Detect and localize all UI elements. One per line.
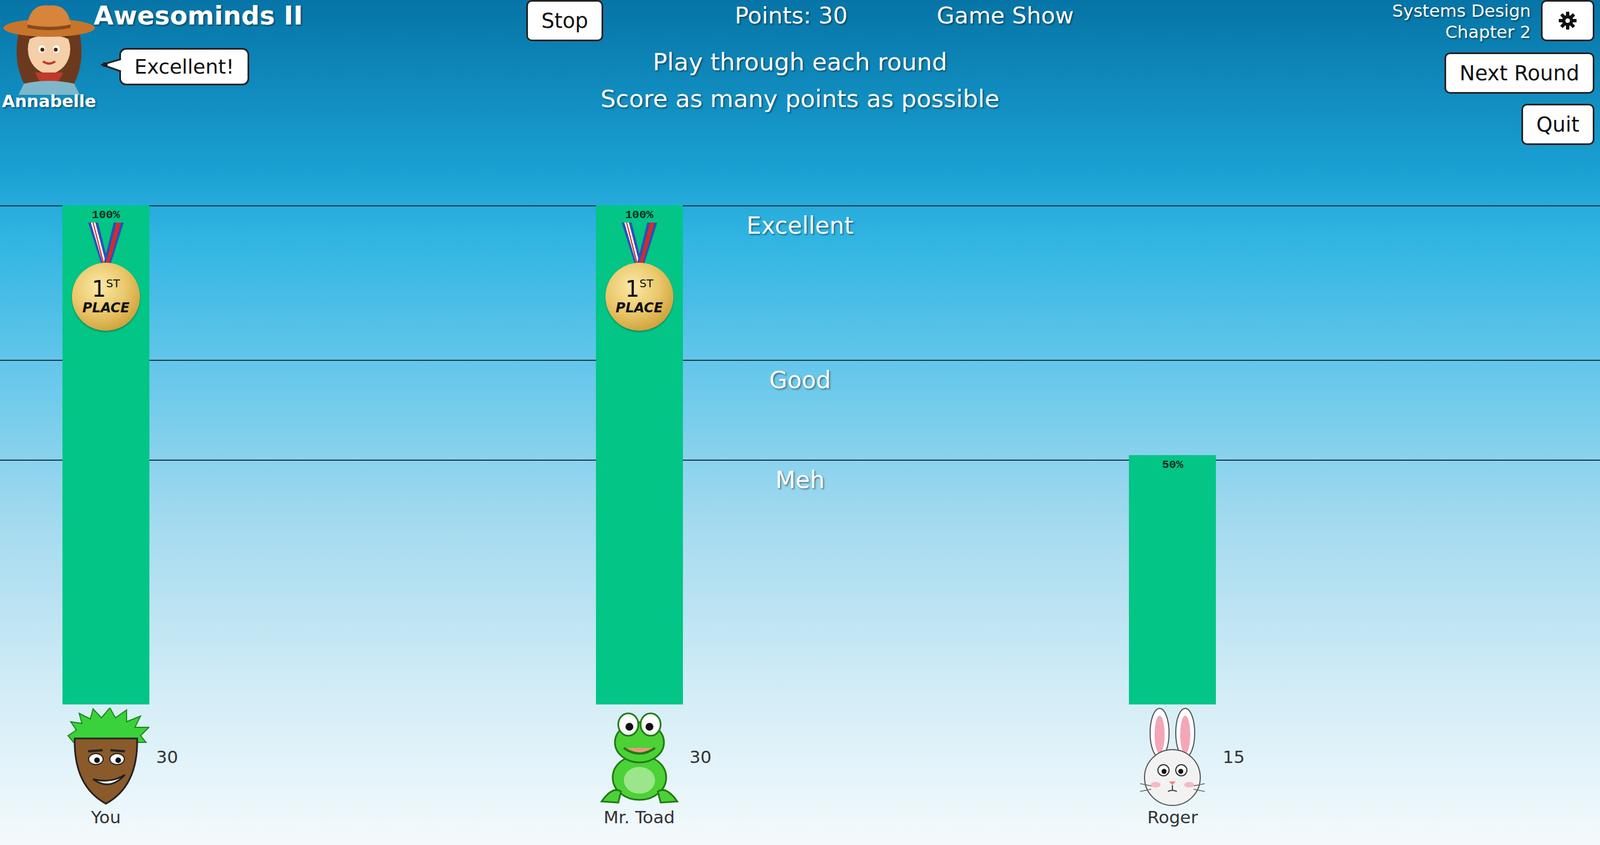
status-panel: Stop Points: 30 Game Show Play through each…	[390, 0, 1210, 206]
percent-label: 100%	[624, 208, 653, 222]
medal-coin: 1STPLACE	[71, 262, 140, 331]
speech-bubble: Excellent!	[119, 47, 250, 86]
title-block: Awesominds II Excellent!	[93, 0, 303, 86]
player-row: 30 You 30 Mr. Toad 15 Roger	[0, 704, 1600, 827]
medal-rank: 1ST	[91, 277, 120, 300]
instruction: Play through each round	[652, 43, 948, 81]
player-name-box: Roger	[1128, 806, 1216, 827]
player-info: 30	[595, 707, 1068, 806]
player-score: 30	[689, 746, 1068, 767]
quit-button[interactable]: Quit	[1521, 103, 1595, 145]
percent-label: 100%	[91, 208, 120, 222]
player-name-box: You	[62, 806, 150, 827]
next-round-button[interactable]: Next Round	[1444, 52, 1595, 94]
points: Points: 30	[734, 0, 848, 29]
threshold-line: Good	[0, 359, 1600, 394]
threshold-label: Meh	[0, 466, 1600, 494]
score-bar: 100%1STPLACE	[595, 205, 683, 705]
player-name-box: Mr. Toad	[595, 806, 683, 827]
medal-label: PLACE	[82, 299, 130, 316]
player-info: 30	[62, 707, 534, 806]
threshold-label: Excellent	[0, 211, 1600, 240]
threshold-label: Good	[0, 366, 1600, 394]
rank-number: 1	[624, 275, 639, 302]
avatar	[595, 707, 683, 806]
player-score: 30	[156, 746, 534, 767]
host: Annabelle	[0, 0, 99, 111]
game-title: Awesominds II	[93, 0, 303, 32]
host-name: Annabelle	[2, 91, 97, 111]
percent-label: 50%	[1161, 458, 1183, 472]
avatar	[62, 707, 150, 806]
player: 30 You	[0, 704, 534, 827]
status-row: Stop Points: 30 Game Show	[526, 0, 1074, 42]
settings-button[interactable]	[1540, 0, 1595, 42]
ribbon-icon	[619, 222, 660, 265]
player: 30 Mr. Toad	[533, 704, 1068, 827]
bar-row: 100%1STPLACE100%1STPLACE50%	[0, 205, 1600, 705]
threshold-line: Excellent	[0, 205, 1600, 240]
threshold-line: Meh	[0, 459, 1600, 494]
gear-icon	[1556, 9, 1579, 32]
cowgirl-avatar-icon	[1, 0, 97, 95]
ribbon-icon	[85, 222, 126, 265]
medal-label: PLACE	[615, 299, 663, 316]
bunny-avatar-icon	[1128, 707, 1216, 806]
medal: 1STPLACE	[605, 222, 674, 331]
game-mode: Game Show	[936, 0, 1074, 29]
speech-text: Excellent!	[134, 55, 235, 79]
rank-suffix: ST	[105, 276, 120, 290]
player-name: Roger	[1147, 806, 1199, 827]
course-row: Systems DesignChapter 2	[1392, 0, 1595, 43]
stop-button[interactable]: Stop	[526, 0, 604, 42]
avatar	[1128, 707, 1216, 806]
instruction: Score as many points as possible	[600, 80, 1000, 118]
rank-suffix: ST	[639, 276, 654, 290]
course-line: Chapter 2	[1445, 21, 1531, 43]
controls-panel: Systems DesignChapter 2 Next Round Quit	[1209, 0, 1600, 206]
bar-track: 50%	[1066, 205, 1600, 705]
course-line: Systems Design	[1392, 0, 1531, 22]
medal-rank: 1ST	[624, 277, 653, 300]
score-bar: 50%	[1128, 454, 1216, 705]
medal: 1STPLACE	[71, 222, 140, 331]
player-score: 15	[1222, 746, 1600, 767]
person-avatar-icon	[62, 707, 150, 806]
bubble-tail-icon	[100, 55, 123, 72]
header: Annabelle Awesominds II Excellent! Stop Poin…	[0, 0, 1600, 206]
host-panel: Annabelle Awesominds II Excellent!	[0, 0, 391, 206]
player: 15 Roger	[1066, 704, 1600, 827]
player-name: Mr. Toad	[603, 806, 676, 827]
player-name: You	[90, 806, 121, 827]
threshold-rule	[0, 459, 1600, 461]
medal-coin: 1STPLACE	[605, 262, 674, 331]
threshold-rule	[0, 205, 1600, 207]
bar-track: 100%1STPLACE	[0, 205, 534, 705]
bar-track: 100%1STPLACE	[533, 205, 1068, 705]
frog-avatar-icon	[595, 707, 683, 806]
course-info: Systems DesignChapter 2	[1392, 0, 1531, 43]
player-info: 15	[1128, 707, 1600, 806]
rank-number: 1	[91, 275, 106, 302]
threshold-rule	[0, 359, 1600, 361]
score-bar: 100%1STPLACE	[62, 205, 150, 705]
score-chart: ExcellentGoodMeh100%1STPLACE100%1STPLACE…	[0, 205, 1600, 705]
